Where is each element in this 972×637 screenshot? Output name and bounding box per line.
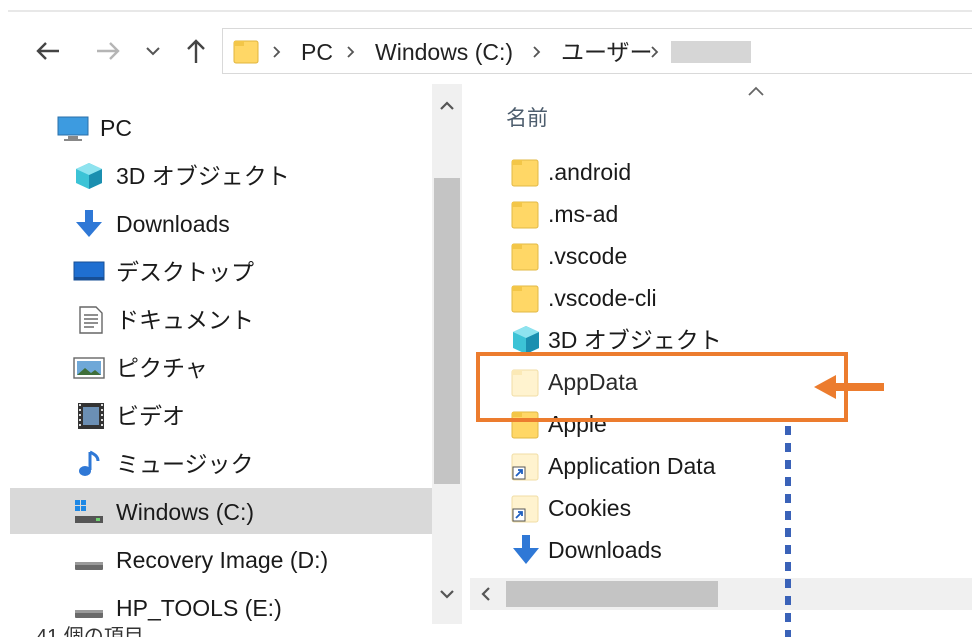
back-button[interactable] [32, 35, 64, 67]
arrow-left-icon [36, 42, 59, 60]
dotted-line-annotation [785, 426, 791, 637]
arrow-up-icon [187, 39, 205, 63]
music-icon [79, 450, 100, 476]
folder-icon [511, 285, 539, 313]
breadcrumb-windows-c[interactable]: Windows (C:) [375, 39, 513, 65]
file-name: .ms-ad [548, 201, 619, 227]
sidebar-item-desktop[interactable]: デスクトップ [10, 248, 432, 294]
pc-icon [57, 116, 89, 141]
3d-objects-icon [76, 163, 102, 189]
shortcut-folder-icon [511, 495, 539, 523]
arrow-right-icon [97, 42, 120, 60]
sidebar-item-windows-c[interactable]: Windows (C:) [10, 488, 432, 534]
sidebar-item-pc[interactable]: PC [10, 104, 432, 150]
file-row-ms-ad[interactable]: .ms-ad [510, 192, 930, 234]
navigation-pane: PC 3D オブジェクト Downloads デスクトップ ドキュメント ピクチ… [10, 84, 432, 637]
sidebar-item-videos[interactable]: ビデオ [10, 392, 432, 438]
sidebar-item-label: ビデオ [116, 403, 185, 429]
nav-scrollbar[interactable] [432, 84, 462, 624]
file-row-downloads[interactable]: Downloads [510, 528, 930, 570]
sidebar-item-label: Downloads [116, 211, 230, 237]
breadcrumb-pc[interactable]: PC [301, 39, 333, 65]
forward-button[interactable] [92, 35, 124, 67]
scroll-down-arrow-icon[interactable] [437, 584, 457, 604]
sidebar-item-label: 3D オブジェクト [116, 163, 290, 189]
breadcrumb-separator-icon [533, 46, 541, 58]
address-bar[interactable]: PC Windows (C:) ユーザー [222, 28, 972, 74]
scrollbar-thumb[interactable] [434, 178, 460, 484]
drive-icon [75, 610, 103, 618]
download-icon [76, 210, 102, 237]
sidebar-item-label: ミュージック [116, 451, 254, 477]
sidebar-item-label: デスクトップ [116, 259, 254, 285]
scrollbar-thumb[interactable] [506, 581, 718, 607]
file-name: .vscode-cli [548, 285, 657, 311]
sidebar-item-downloads[interactable]: Downloads [10, 200, 432, 246]
file-row-android[interactable]: .android [510, 150, 930, 192]
recent-locations-button[interactable] [140, 35, 166, 67]
shortcut-folder-icon [511, 453, 539, 481]
file-name: Cookies [548, 495, 632, 521]
file-row-cookies[interactable]: Cookies [510, 486, 930, 528]
status-item-count: 41 個の項目 [36, 626, 144, 637]
video-icon [78, 403, 104, 429]
sidebar-item-label: Recovery Image (D:) [116, 547, 329, 573]
document-icon [79, 306, 103, 334]
breadcrumb-users[interactable]: ユーザー [561, 39, 653, 65]
scroll-up-arrow-icon[interactable] [437, 96, 457, 116]
sidebar-item-label: HP_TOOLS (E:) [116, 595, 282, 621]
breadcrumb-separator-icon [651, 46, 659, 58]
sidebar-item-documents[interactable]: ドキュメント [10, 296, 432, 342]
chevron-down-icon [146, 47, 160, 56]
breadcrumb-separator-icon [273, 46, 281, 58]
sort-caret-icon[interactable] [746, 84, 766, 100]
folder-icon [511, 159, 539, 187]
folder-icon [511, 243, 539, 271]
breadcrumb-separator-icon [347, 46, 355, 58]
up-button[interactable] [180, 35, 212, 67]
sidebar-item-label: ピクチャ [116, 355, 208, 381]
folder-icon [233, 40, 259, 64]
redacted-username [671, 41, 751, 63]
download-icon [513, 535, 539, 564]
appdata-highlight-box [476, 352, 848, 422]
file-row-vscode-cli[interactable]: .vscode-cli [510, 276, 930, 318]
sidebar-item-recovery-d[interactable]: Recovery Image (D:) [10, 536, 432, 582]
file-list-horizontal-scrollbar[interactable] [470, 578, 972, 610]
sidebar-item-music[interactable]: ミュージック [10, 440, 432, 486]
file-row-vscode[interactable]: .vscode [510, 234, 930, 276]
desktop-icon [73, 261, 105, 281]
column-header-name[interactable]: 名前 [506, 102, 548, 132]
navigation-toolbar: PC Windows (C:) ユーザー [0, 0, 972, 80]
left-arrow-annotation-icon [814, 375, 884, 399]
file-name: .android [548, 159, 632, 185]
sidebar-item-label: ドキュメント [116, 307, 254, 333]
sidebar-item-pictures[interactable]: ピクチャ [10, 344, 432, 390]
file-name: .vscode [548, 243, 628, 269]
drive-icon [75, 562, 103, 570]
picture-icon [73, 357, 105, 379]
sidebar-item-label: Windows (C:) [116, 499, 255, 525]
scroll-left-arrow-icon[interactable] [476, 584, 496, 604]
file-name: 3D オブジェクト [548, 327, 722, 353]
drive-icon [75, 500, 103, 523]
file-name: Downloads [548, 537, 662, 563]
sidebar-item-label: PC [100, 115, 132, 141]
folder-icon [511, 201, 539, 229]
file-row-application-data[interactable]: Application Data [510, 444, 930, 486]
sidebar-item-3d-objects[interactable]: 3D オブジェクト [10, 152, 432, 198]
window-top-border [8, 10, 972, 12]
file-name: Application Data [548, 453, 716, 479]
